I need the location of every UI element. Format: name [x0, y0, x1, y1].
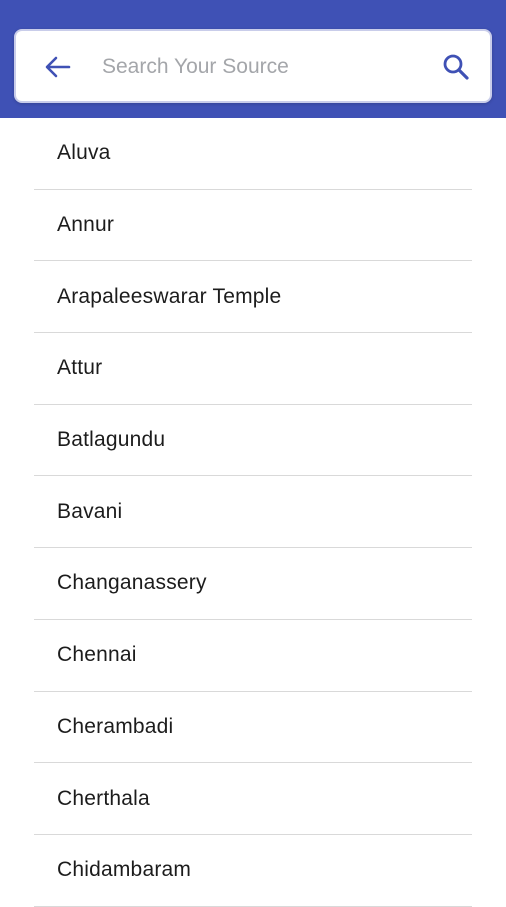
list-item[interactable]: Bavani	[34, 476, 472, 549]
list-item[interactable]: Batlagundu	[34, 405, 472, 477]
list-item[interactable]: Arapaleeswarar Temple	[34, 261, 472, 334]
list-item-label: Bavani	[57, 499, 123, 523]
search-bar	[14, 29, 492, 103]
list-item-label: Chidambaram	[57, 858, 192, 882]
list-item[interactable]: Changanassery	[34, 548, 472, 620]
list-item[interactable]: Chidambaram	[34, 835, 472, 907]
list-item[interactable]: Cherthala	[34, 763, 472, 835]
arrow-left-icon	[45, 56, 71, 78]
list-item-label: Batlagundu	[57, 428, 166, 452]
list-item-label: Attur	[57, 356, 103, 380]
list-item-label: Aluva	[57, 141, 111, 165]
list-item-label: Changanassery	[57, 571, 207, 595]
list-item-label: Annur	[57, 213, 115, 237]
list-item[interactable]: Aluva	[34, 118, 472, 190]
back-button[interactable]	[42, 51, 74, 83]
search-button[interactable]	[440, 51, 472, 83]
source-list: Aluva Annur Arapaleeswarar Temple Attur …	[34, 118, 472, 907]
app-header	[0, 0, 506, 118]
list-item[interactable]: Annur	[34, 190, 472, 262]
search-input[interactable]	[102, 47, 422, 87]
list-item-label: Cherthala	[57, 786, 150, 810]
list-item-label: Cherambadi	[57, 714, 174, 738]
list-item[interactable]: Chennai	[34, 620, 472, 692]
list-item-label: Arapaleeswarar Temple	[57, 284, 282, 308]
list-item[interactable]: Attur	[34, 333, 472, 405]
list-item[interactable]: Cherambadi	[34, 692, 472, 764]
list-item-label: Chennai	[57, 643, 137, 667]
magnifier-icon	[443, 54, 469, 80]
